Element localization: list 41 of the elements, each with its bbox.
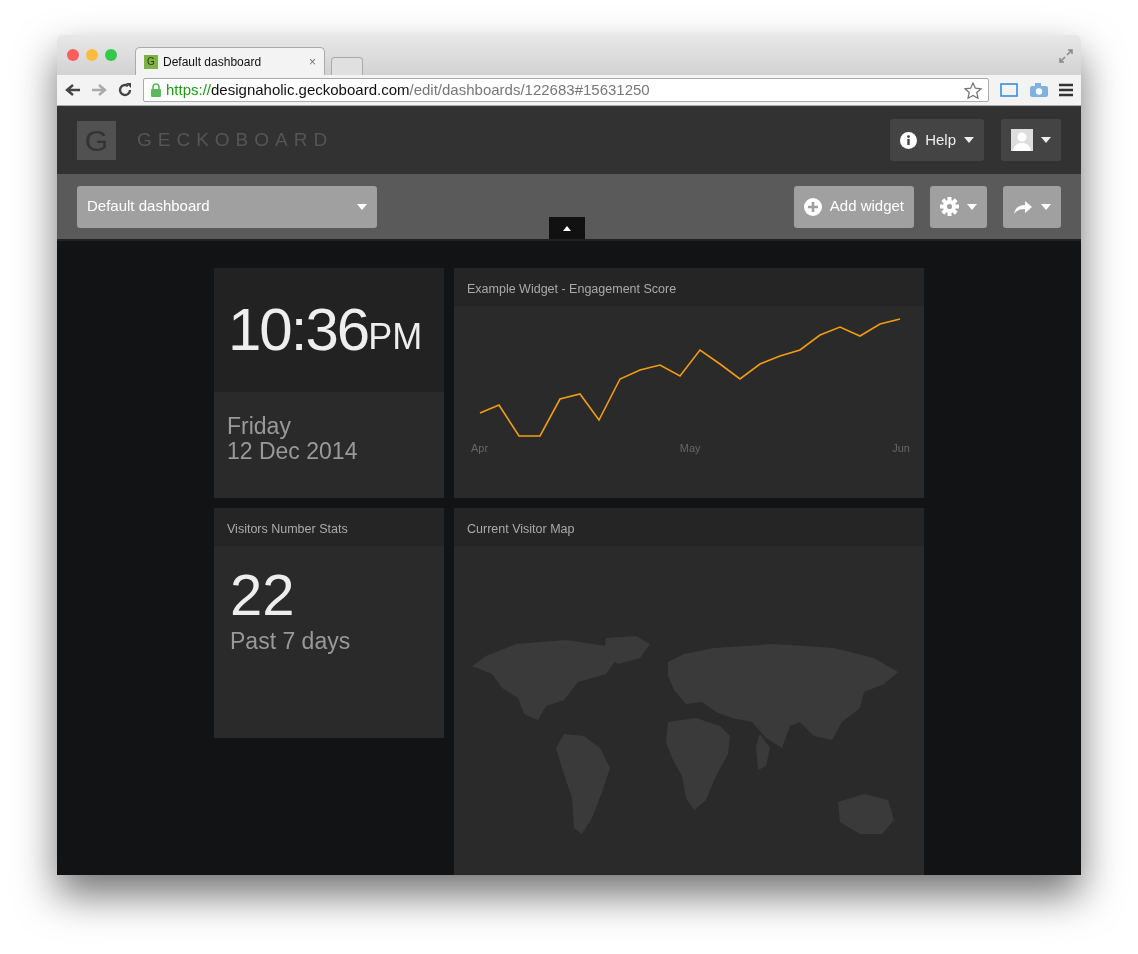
widget-title: Example Widget - Engagement Score [454,268,924,306]
info-icon [900,131,918,149]
axis-label: Jun [892,441,910,456]
browser-tab[interactable]: G Default dashboard × [135,47,325,75]
widget-title: Current Visitor Map [454,508,924,546]
gear-icon [940,197,959,216]
close-tab-button[interactable]: × [309,52,316,71]
caret-icon [1041,203,1051,210]
axis-label: May [679,441,701,456]
stat-value: 22 [229,561,296,624]
lock-icon [150,83,162,97]
share-arrow-icon [1013,198,1033,215]
menu-icon[interactable] [1059,83,1073,97]
caret-icon [964,137,974,143]
caret-icon [1041,137,1051,143]
clock-time: 10:36PM [214,268,444,392]
back-icon[interactable] [65,83,81,97]
caret-icon [967,203,977,210]
caret-icon [357,203,367,210]
collapse-toolbar-button[interactable] [549,217,585,239]
caret-up-icon [563,225,571,231]
fullscreen-icon[interactable] [1059,49,1073,63]
account-menu-button[interactable] [1001,119,1061,161]
screen-icon[interactable] [999,82,1019,98]
favicon-icon: G [144,54,158,69]
clock-day: Friday [227,414,431,440]
reload-icon[interactable] [117,82,133,98]
clock-date: 12 Dec 2014 [227,439,359,465]
settings-button[interactable] [930,185,987,228]
star-icon[interactable] [964,81,982,99]
avatar-icon [1011,129,1033,151]
address-bar[interactable]: https://designaholic.geckoboard.com/edit/dashboards/122683#15631250 [143,78,989,102]
plus-circle-icon [803,197,822,216]
share-button[interactable] [1003,185,1061,228]
stat-caption: Past 7 days [229,627,352,656]
url-text: https://designaholic.geckoboard.com/edit/dashboards/122683#15631250 [166,79,651,100]
axis-label: Apr [471,441,489,456]
widget-title: Visitors Number Stats [214,508,444,546]
window-control-button[interactable] [67,49,79,61]
tab-title: Default dashboard [163,53,263,71]
help-button[interactable]: Help [890,119,984,161]
